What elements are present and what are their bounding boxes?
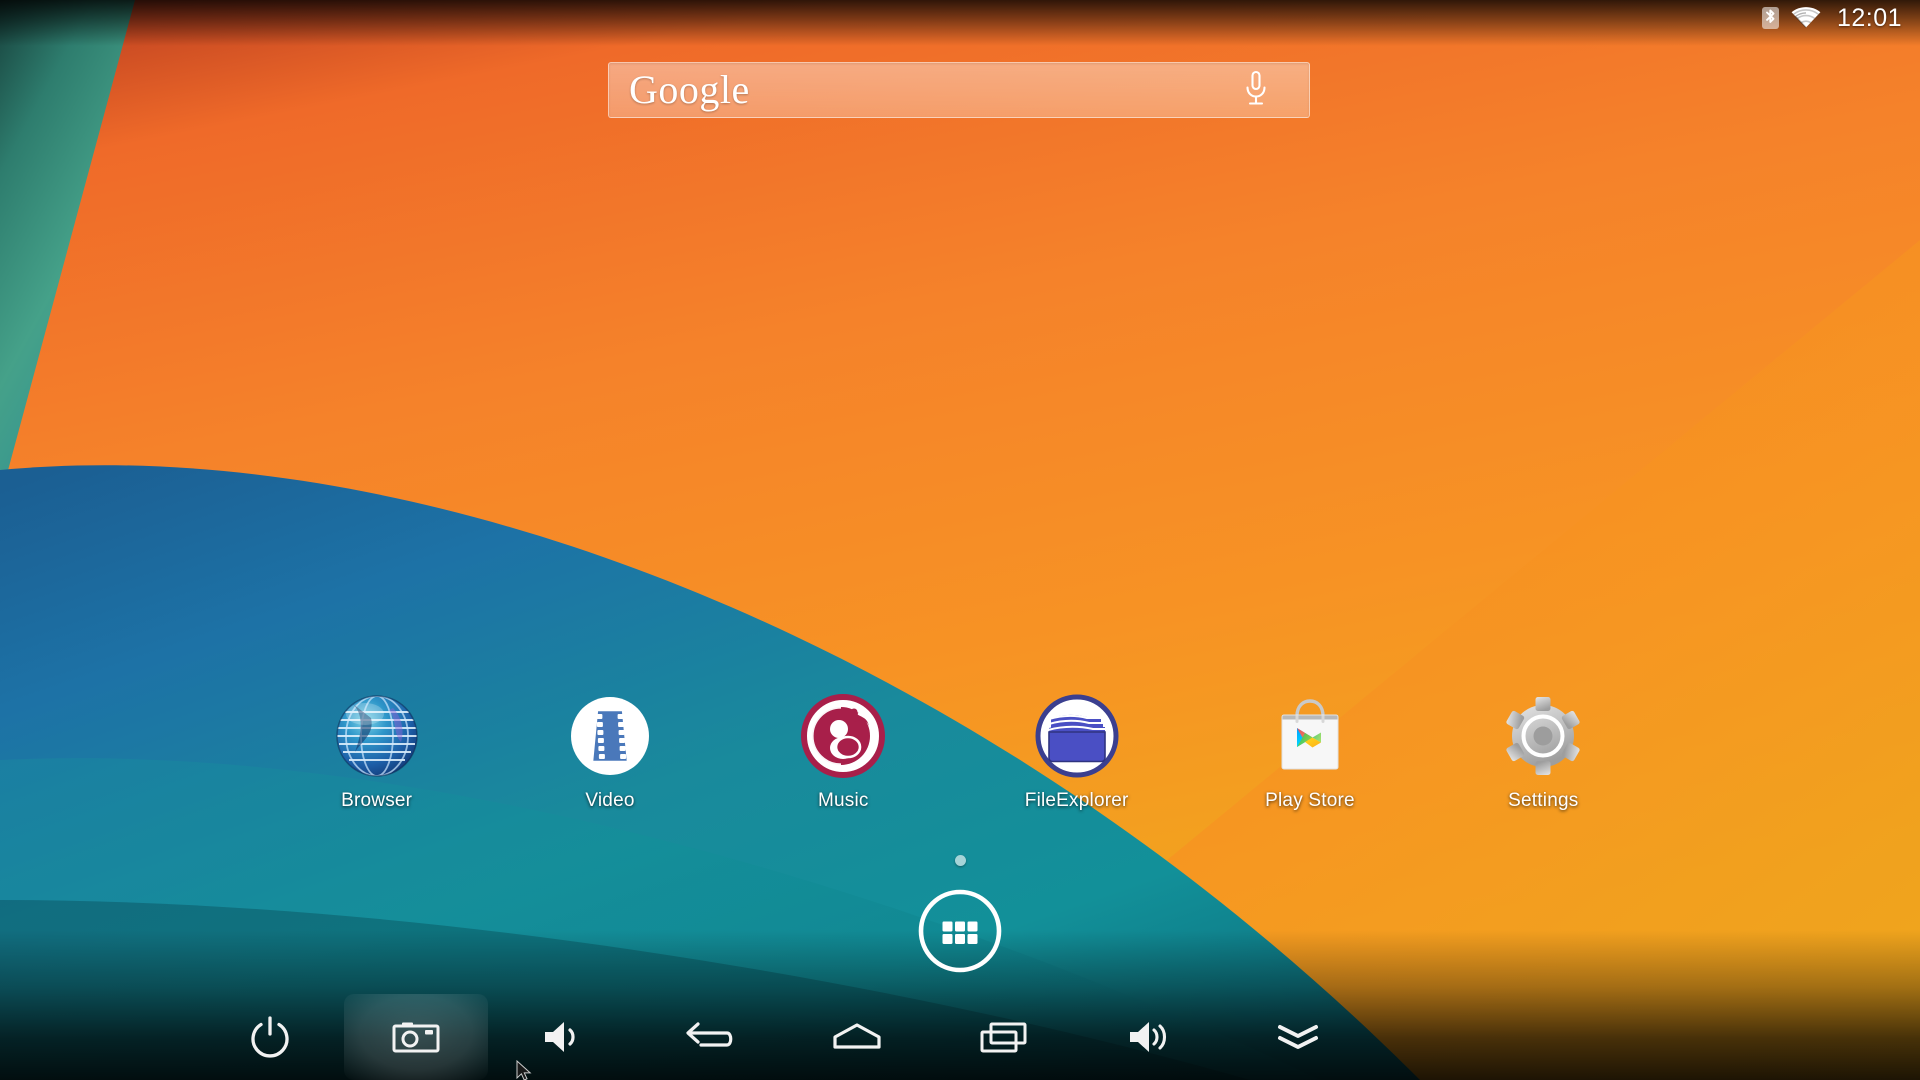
status-bar-clock: 12:01 (1836, 3, 1902, 32)
app-label: Browser (341, 790, 413, 811)
page-dot-1[interactable] (954, 855, 966, 866)
video-filmstrip-icon (562, 688, 658, 784)
back-arrow-icon (686, 1022, 733, 1047)
screenshot-button[interactable] (344, 994, 488, 1080)
home-screen-app-row: Browser Video Music FileExplorer Play St… (260, 688, 1660, 816)
app-shortcut-video[interactable]: Video (493, 688, 726, 812)
microphone-icon[interactable] (1243, 70, 1269, 110)
status-bar[interactable]: 12:01 (0, 0, 1920, 36)
browser-globe-icon (329, 688, 425, 784)
app-drawer-grid-icon (918, 889, 1002, 973)
app-shortcut-browser[interactable]: Browser (260, 688, 493, 812)
navigation-bar (0, 994, 1920, 1080)
google-search-widget[interactable]: Google (608, 62, 1310, 118)
power-button[interactable] (220, 994, 320, 1080)
app-label: Video (585, 790, 635, 811)
app-label: Music (818, 790, 869, 811)
wifi-icon (1791, 7, 1821, 29)
gear-icon (1495, 688, 1591, 784)
volume-up-button[interactable] (1101, 994, 1201, 1080)
bluetooth-icon (1761, 6, 1779, 30)
page-indicator (0, 855, 1920, 866)
recent-apps-icon (980, 1022, 1027, 1053)
chevron-double-down-icon (1278, 1025, 1318, 1049)
music-note-icon (795, 688, 891, 784)
app-shortcut-settings[interactable]: Settings (1427, 688, 1660, 812)
android-home-screen: 12:01 Google Browser Video Music FileExp… (0, 0, 1920, 1080)
recents-button[interactable] (954, 994, 1054, 1080)
home-icon (833, 1023, 881, 1049)
play-store-icon (1262, 688, 1358, 784)
volume-down-button[interactable] (514, 994, 614, 1080)
google-wordmark: Google (629, 67, 750, 112)
power-icon (251, 1016, 289, 1058)
folder-icon (1029, 688, 1125, 784)
app-drawer-button[interactable] (916, 887, 1004, 975)
volume-down-icon (545, 1022, 575, 1052)
camera-icon (392, 1022, 440, 1053)
home-button[interactable] (807, 994, 907, 1080)
app-label: Play Store (1265, 790, 1355, 811)
back-button[interactable] (660, 994, 760, 1080)
app-shortcut-fileexplorer[interactable]: FileExplorer (960, 688, 1193, 812)
app-shortcut-play-store[interactable]: Play Store (1193, 688, 1426, 812)
volume-up-icon (1130, 1022, 1167, 1052)
app-label: FileExplorer (1024, 790, 1129, 811)
app-shortcut-music[interactable]: Music (727, 688, 960, 812)
app-label: Settings (1508, 790, 1579, 811)
notifications-button[interactable] (1248, 994, 1348, 1080)
